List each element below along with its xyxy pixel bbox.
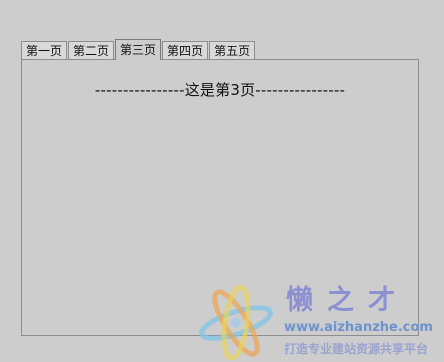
watermark-tagline: 打造专业建站资源共享平台: [284, 342, 429, 356]
tab-bar: 第一页 第二页 第三页 第四页 第五页: [21, 38, 256, 60]
watermark: 懒之才 www.aizhanzhe.com 打造专业建站资源共享平台: [194, 278, 444, 362]
tab-page-5[interactable]: 第五页: [209, 41, 256, 60]
brand-logo-icon: [199, 284, 273, 360]
watermark-url: www.aizhanzhe.com: [284, 320, 433, 335]
tab-page-4[interactable]: 第四页: [162, 41, 209, 60]
watermark-brand: 懒之才: [286, 285, 409, 316]
tab-page-2[interactable]: 第二页: [68, 41, 115, 60]
tab-page-3[interactable]: 第三页: [115, 39, 162, 60]
tab-page-1[interactable]: 第一页: [21, 41, 68, 60]
page-content-label: ----------------这是第3页----------------: [94, 81, 346, 99]
